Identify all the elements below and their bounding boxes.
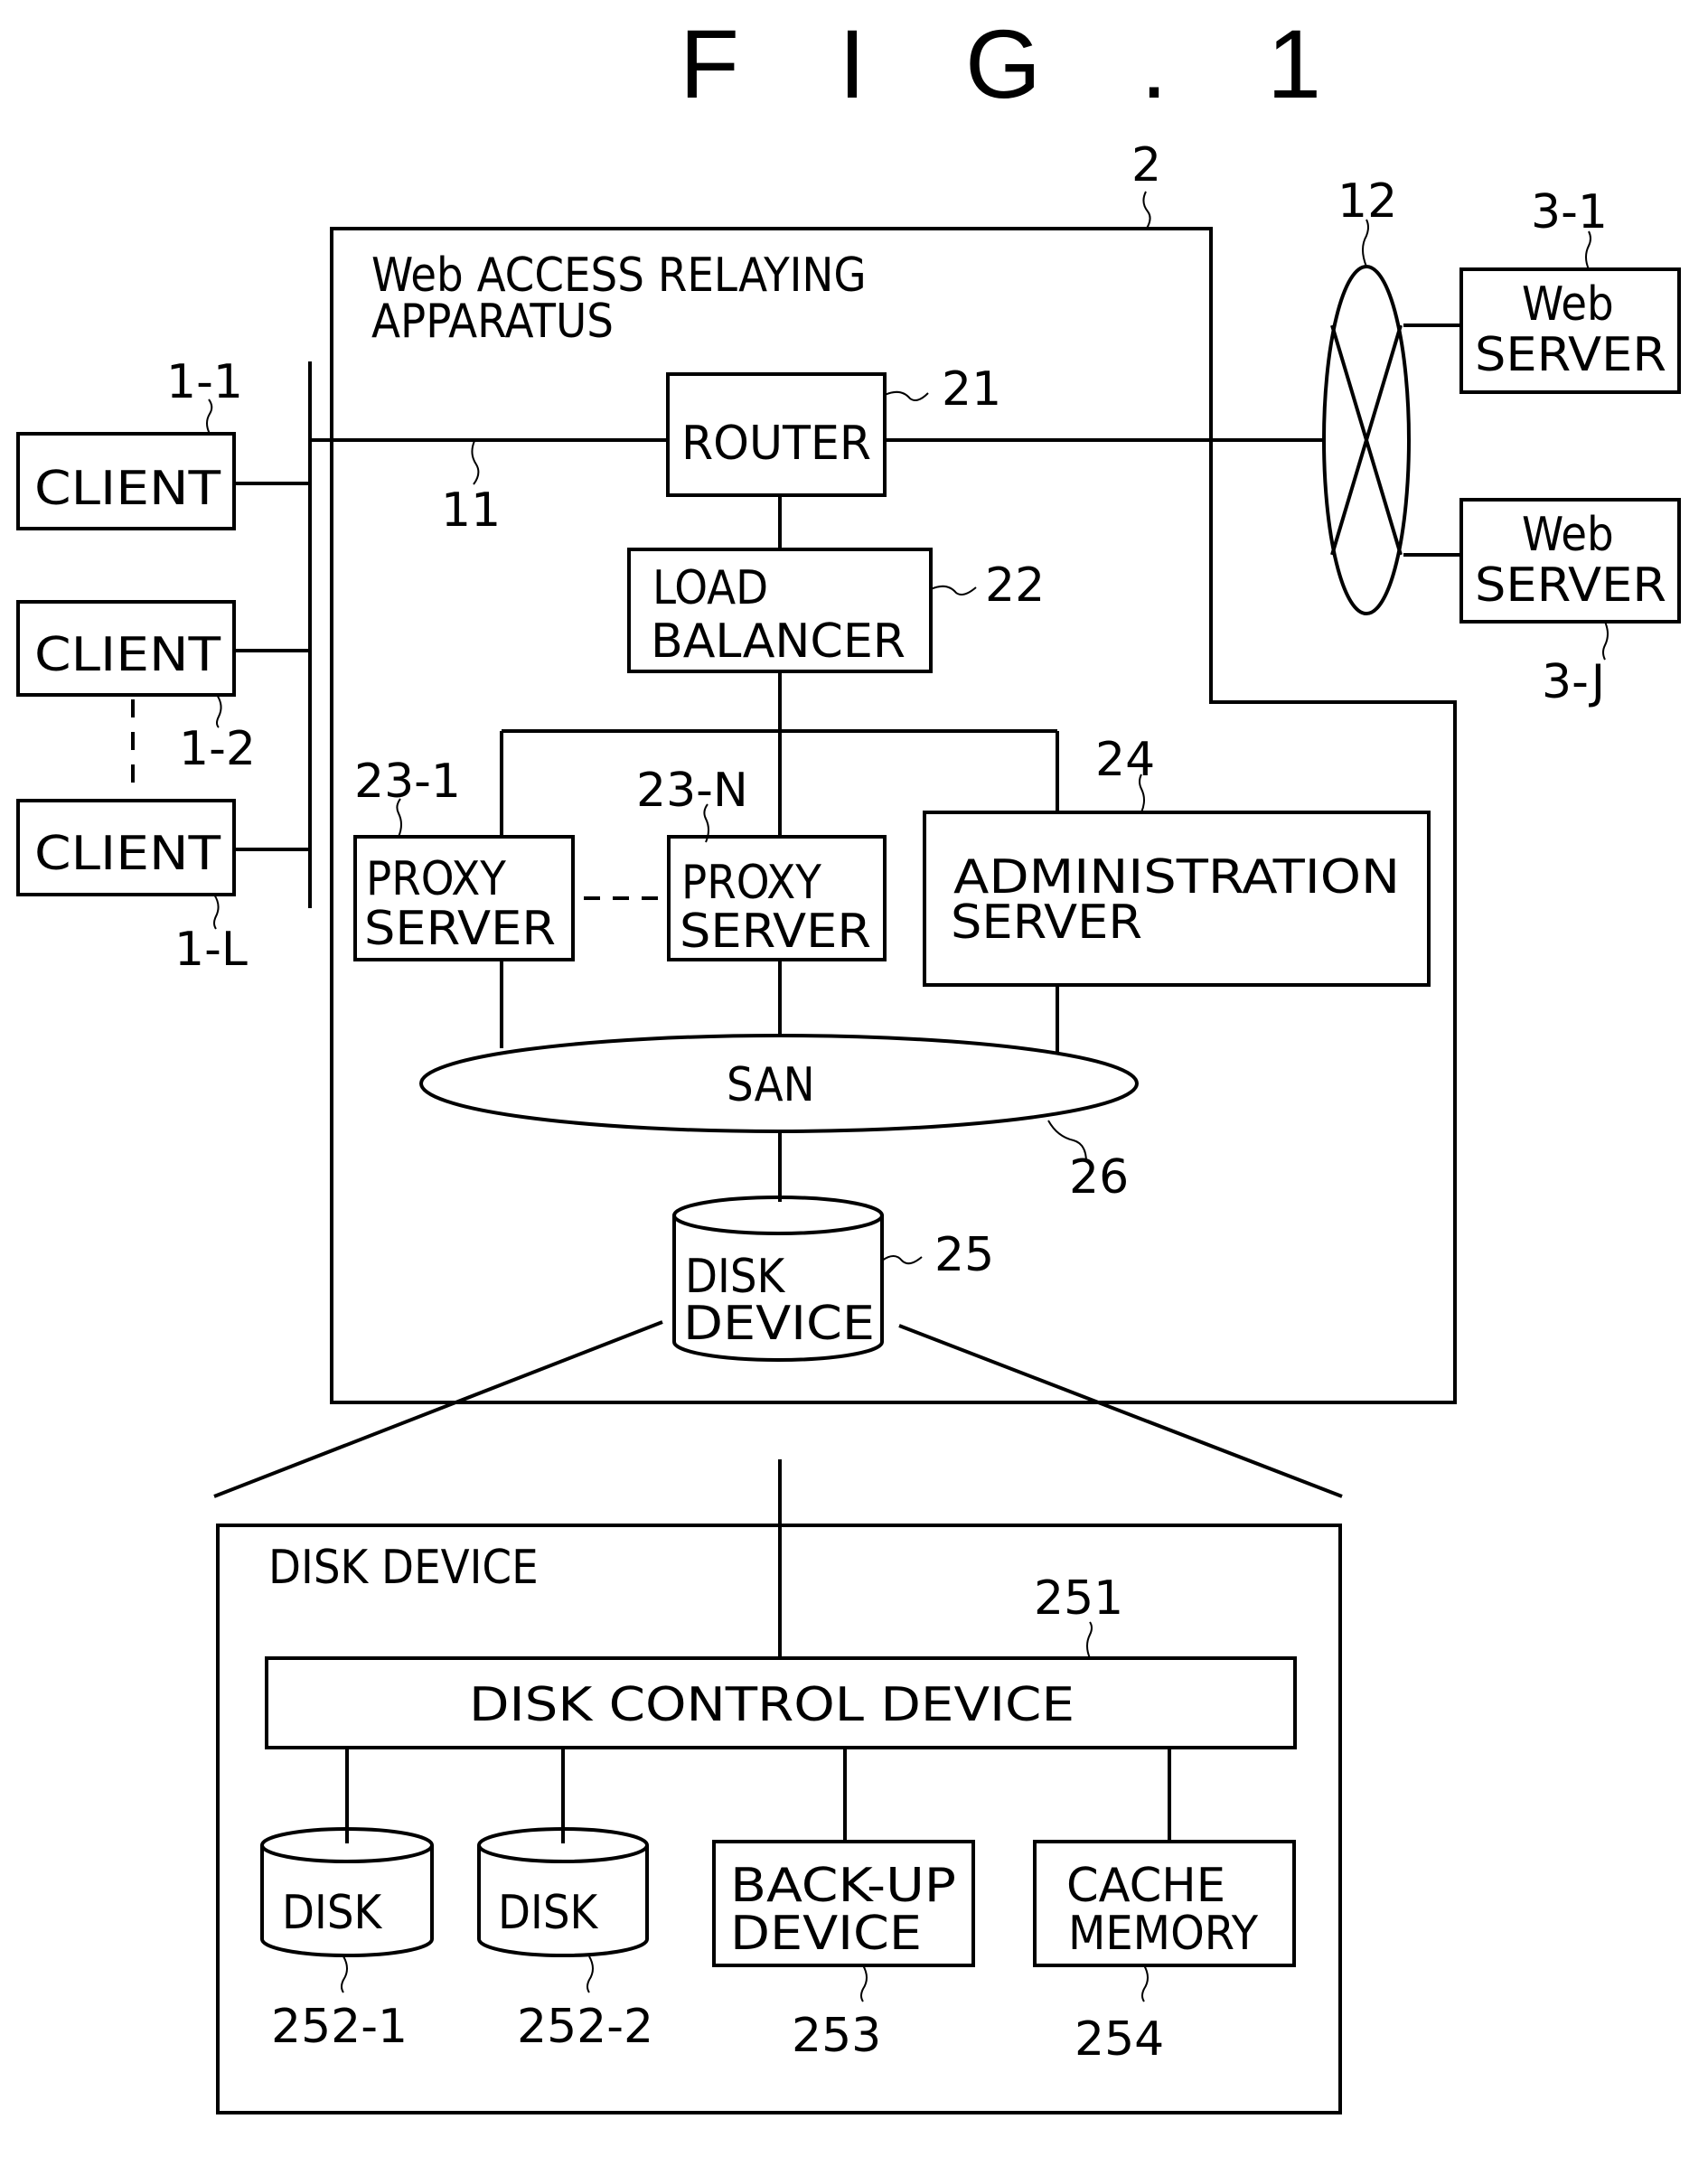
disk-1: DISK 252-1: [260, 1827, 434, 2054]
backup-device-ref: 253: [792, 2009, 881, 2063]
client-1-label: CLIENT: [34, 462, 221, 516]
apparatus-title-line2: APPARATUS: [371, 295, 614, 349]
apparatus-ref: 2: [1131, 138, 1161, 192]
proxy-server-N-line2: SERVER: [680, 905, 871, 959]
load-balancer-line2: BALANCER: [651, 614, 906, 669]
cache-memory-line2: MEMORY: [1068, 1907, 1258, 1961]
load-balancer: LOAD BALANCER 22: [627, 548, 1045, 673]
disk-control-device-ref: 251: [1034, 1571, 1123, 1626]
disk-device-detail-title: DISK DEVICE: [268, 1541, 539, 1595]
disk-device-line2: DEVICE: [683, 1297, 875, 1351]
proxy-server-1-line2: SERVER: [364, 902, 556, 956]
client-2-ref: 1-2: [179, 722, 256, 776]
backup-device-line2: DEVICE: [730, 1907, 922, 1961]
load-balancer-line1: LOAD: [652, 561, 768, 615]
web-server-1-line2: SERVER: [1475, 328, 1666, 382]
figure-title: F I G . 1: [680, 9, 1357, 118]
proxy-server-1-ref: 23-1: [354, 755, 461, 809]
san-ref: 26: [1069, 1150, 1129, 1205]
client-2-label: CLIENT: [34, 628, 221, 682]
router-ref: 21: [942, 362, 1001, 417]
disk-1-label: DISK: [282, 1886, 383, 1940]
san-label: SAN: [727, 1058, 815, 1112]
web-server-1-line1: Web: [1522, 277, 1614, 332]
proxy-server-N: PROXY SERVER 23-N: [636, 764, 887, 961]
disk-2-label: DISK: [498, 1886, 599, 1940]
web-server-J: Web SERVER 3-J: [1403, 498, 1681, 709]
disk-1-ref: 252-1: [271, 2000, 408, 2054]
disk-device-line1: DISK: [685, 1250, 786, 1304]
disk-2-ref: 252-2: [517, 2000, 653, 2054]
client-2: CLIENT 1-2: [16, 600, 310, 776]
router-label: ROUTER: [681, 417, 871, 471]
web-server-J-line2: SERVER: [1475, 558, 1666, 613]
backup-device-line1: BACK-UP: [730, 1859, 956, 1913]
load-balancer-ref: 22: [985, 558, 1045, 613]
lan-ref-leader: [471, 440, 480, 485]
web-server-1: Web SERVER 3-1: [1403, 185, 1681, 394]
client-1: CLIENT 1-1: [16, 355, 310, 530]
disk-control-device-label: DISK CONTROL DEVICE: [469, 1678, 1075, 1732]
proxy-server-N-line1: PROXY: [681, 856, 821, 910]
administration-server-line2: SERVER: [951, 895, 1142, 950]
client-1-ref: 1-1: [166, 355, 243, 409]
client-L-ref: 1-L: [174, 923, 248, 977]
web-server-J-ref: 3-J: [1542, 655, 1605, 709]
proxy-server-1-line1: PROXY: [366, 852, 506, 906]
wan-ref: 12: [1337, 174, 1397, 229]
administration-server-ref: 24: [1095, 733, 1155, 787]
system-diagram: F I G . 1 2 Web ACCESS RELAYING APPARATU…: [16, 9, 1681, 2114]
disk-device-ref: 25: [934, 1228, 994, 1282]
lan-ref: 11: [441, 483, 501, 538]
wan-network: 12: [1322, 174, 1411, 615]
client-L-label: CLIENT: [34, 827, 221, 881]
expansion-line-left: [213, 1320, 663, 1498]
web-server-1-ref: 3-1: [1531, 185, 1608, 239]
proxy-server-1: PROXY SERVER 23-1: [353, 755, 575, 961]
cache-memory-ref: 254: [1075, 2012, 1164, 2067]
proxy-server-N-ref: 23-N: [636, 764, 748, 818]
disk-device-detail: DISK DEVICE DISK CONTROL DEVICE 251 DISK…: [216, 1459, 1342, 2114]
administration-server: ADMINISTRATION SERVER 24: [923, 733, 1431, 987]
router: ROUTER 21: [666, 362, 1001, 497]
apparatus-ref-leader: [1142, 191, 1151, 230]
cache-memory-line1: CACHE: [1066, 1859, 1225, 1913]
expansion-line-right: [898, 1324, 1343, 1498]
client-L: CLIENT 1-L: [16, 799, 310, 977]
web-server-J-line1: Web: [1522, 508, 1614, 562]
disk-device: DISK DEVICE 25: [672, 1196, 994, 1362]
